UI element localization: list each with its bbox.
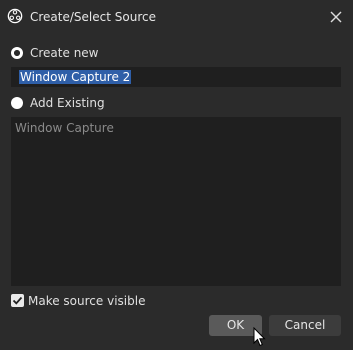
mouse-pointer-icon: [253, 326, 266, 347]
make-visible-label: Make source visible: [28, 294, 146, 308]
title-bar: Create/Select Source: [0, 0, 353, 34]
add-existing-label: Add Existing: [30, 96, 105, 110]
add-existing-radio[interactable]: [11, 97, 23, 109]
close-icon[interactable]: [327, 8, 345, 26]
source-name-value: Window Capture 2: [19, 70, 132, 84]
make-visible-checkbox[interactable]: [11, 294, 24, 307]
checkmark-icon: [12, 296, 23, 305]
create-new-label: Create new: [30, 46, 99, 60]
window-title: Create/Select Source: [30, 10, 156, 24]
cancel-button[interactable]: Cancel: [269, 315, 341, 336]
obs-logo-icon: [7, 8, 23, 24]
existing-sources-list[interactable]: Window Capture: [11, 117, 341, 286]
list-item[interactable]: Window Capture: [15, 121, 114, 135]
create-new-radio[interactable]: [11, 47, 23, 59]
source-name-input[interactable]: Window Capture 2: [11, 67, 341, 87]
